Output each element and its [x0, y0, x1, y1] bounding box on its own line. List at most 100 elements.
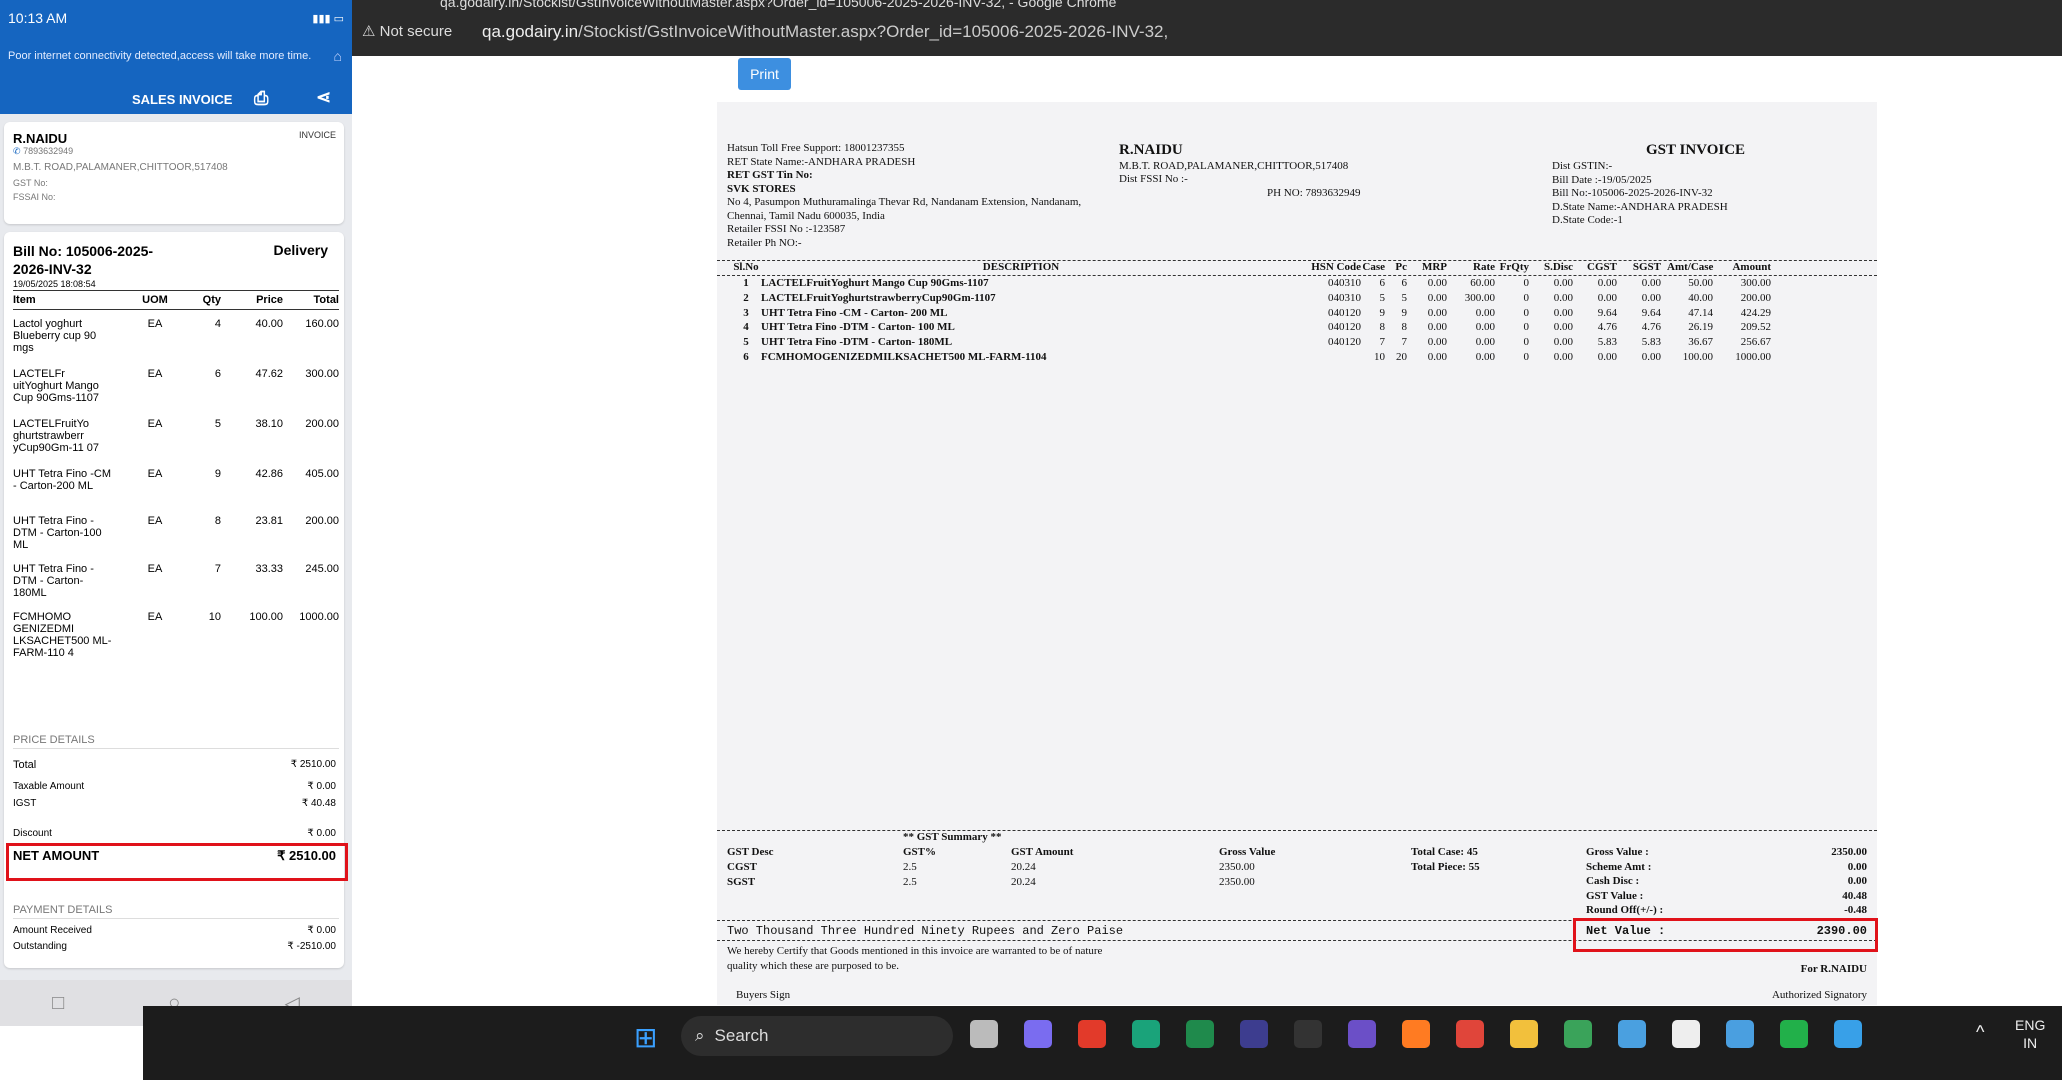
print-icon[interactable]: ⎙	[254, 88, 268, 109]
invoice-header-cell: MRP	[1421, 261, 1447, 273]
item-qty: 6	[214, 368, 221, 380]
windows-start-icon[interactable]: ⊞	[634, 1021, 657, 1054]
invoice-cell: 4.76	[1641, 321, 1661, 334]
app-a-icon[interactable]	[1348, 1020, 1376, 1048]
gst-cell: CGST	[727, 861, 757, 873]
gst-cell: SGST	[727, 875, 756, 888]
for-retailer: For R.NAIDU	[1800, 963, 1867, 975]
invoice-cell: 0	[1523, 291, 1530, 304]
retailer-phone: 7893632949	[23, 146, 74, 156]
invoice-header-cell: HSN Code	[1311, 261, 1361, 273]
retailer-ph: PH NO: 7893632949	[1267, 187, 1361, 199]
invoice-cell: 5	[743, 336, 749, 349]
gst-summary-title: ** GST Summary **	[903, 831, 1002, 843]
print-button[interactable]: Print	[738, 58, 791, 90]
invoice-header-cell: Rate	[1473, 261, 1495, 273]
feedback-icon[interactable]	[1726, 1020, 1754, 1048]
item-price: 40.00	[255, 318, 283, 330]
chevron-up-icon[interactable]: ^	[1976, 1022, 1984, 1043]
invoice-cell: 040310	[1328, 277, 1361, 289]
invoice-cell: 0	[1523, 321, 1530, 334]
anydesk-icon[interactable]	[1078, 1020, 1106, 1048]
igst-value: ₹ 40.48	[301, 798, 336, 809]
gst-cell: 2350.00	[1219, 861, 1255, 873]
edge-icon[interactable]	[1132, 1020, 1160, 1048]
total-value: 40.48	[1842, 889, 1867, 902]
file-explorer-icon[interactable]	[1510, 1020, 1538, 1048]
chrome-icon[interactable]	[1456, 1020, 1484, 1048]
invoice-cell: 0.00	[1597, 277, 1617, 289]
fssai-no: FSSAI No:	[13, 192, 56, 202]
invoice-cell: 4	[743, 321, 749, 334]
invoice-right-line: Dist GSTIN:-	[1552, 160, 1613, 172]
item-price: 23.81	[255, 515, 283, 527]
taskbar-search[interactable]: ⌕ Search	[681, 1016, 953, 1056]
excel-icon[interactable]	[1186, 1020, 1214, 1048]
invoice-cell: 2	[743, 291, 749, 304]
total-value: 0.00	[1847, 860, 1867, 873]
phone-icon: ✆	[13, 146, 21, 156]
word-doc-icon[interactable]	[1672, 1020, 1700, 1048]
net-amount-highlight	[6, 843, 348, 881]
item-price: 42.86	[255, 468, 283, 480]
invoice-cell: 0.00	[1641, 277, 1661, 289]
not-secure-label: Not secure	[379, 23, 453, 40]
network-icon[interactable]	[1834, 1020, 1862, 1048]
phone-status-bar: 10:13 AM ▮▮▮ ▭	[0, 0, 352, 36]
total-label: GST Value :	[1586, 889, 1644, 902]
mail-icon[interactable]	[1618, 1020, 1646, 1048]
green-app-icon[interactable]	[1780, 1020, 1808, 1048]
invoice-header-cell: Sl.No	[733, 261, 759, 273]
recent-apps-icon[interactable]: □	[52, 992, 64, 1015]
igst-label: IGST	[13, 798, 37, 809]
invoice-cell: 0.00	[1427, 306, 1447, 319]
invoice-cell: 0.00	[1553, 321, 1573, 334]
certify-line-2: quality which these are purposed to be.	[727, 960, 899, 972]
retailer-card: R.NAIDU INVOICE ✆ 7893632949 M.B.T. ROAD…	[4, 122, 344, 224]
address-bar[interactable]: qa.godairy.in/Stockist/GstInvoiceWithout…	[482, 22, 1168, 42]
invoice-retailer-name: R.NAIDU	[1119, 142, 1183, 158]
bill-number: Bill No: 105006-2025-2026-INV-32	[13, 243, 154, 277]
item-total: 300.00	[305, 368, 339, 380]
retailer-address: M.B.T. ROAD,PALAMANER,CHITTOOR,517408	[13, 162, 228, 173]
language-indicator[interactable]: ENG IN	[2015, 1016, 2045, 1052]
invoice-header-cell: Amt/Case	[1667, 261, 1714, 273]
item-total: 200.00	[305, 515, 339, 527]
invoice-cell: 5.83	[1597, 336, 1617, 349]
invoice-cell: 1000.00	[1735, 351, 1771, 363]
total-value: 2350.00	[1831, 846, 1867, 858]
invoice-cell: 200.00	[1740, 291, 1771, 304]
invoice-header-cell: FrQty	[1499, 261, 1529, 273]
invoice-left-line: RET State Name:-ANDHARA PRADESH	[727, 155, 916, 168]
item-total: 1000.00	[299, 611, 339, 623]
invoice-cell: 1	[743, 277, 749, 289]
gst-invoice: Hatsun Toll Free Support: 18001237355 RET…	[717, 102, 1877, 1005]
invoice-cell: 0.00	[1553, 336, 1573, 349]
invoice-cell: 209.52	[1740, 321, 1771, 334]
window-title: qa.godairy.in/Stockist/GstInvoiceWithout…	[440, 0, 1117, 10]
item-item: FCMHOMO GENIZEDMI LKSACHET500 ML-FARM-11…	[13, 611, 112, 659]
invoice-cell: 6	[1379, 277, 1386, 289]
invoice-cell: 040120	[1328, 336, 1361, 349]
invoice-cell: 0.00	[1553, 306, 1573, 319]
item-uom: EA	[147, 515, 163, 527]
firefox-icon[interactable]	[1402, 1020, 1430, 1048]
gst-cell: 2350.00	[1219, 875, 1255, 888]
invoice-left-line: No 4, Pasumpon Muthuramalinga Thevar Rd,…	[727, 196, 1082, 208]
notepad-icon[interactable]	[1564, 1020, 1592, 1048]
eclipse-icon[interactable]	[1240, 1020, 1268, 1048]
item-qty: 7	[214, 563, 221, 575]
share-icon[interactable]: ⋖	[316, 87, 331, 108]
lang-code: ENG	[2015, 1017, 2046, 1033]
notes-icon[interactable]	[1294, 1020, 1322, 1048]
task-view-icon[interactable]	[970, 1020, 998, 1048]
not-secure-badge[interactable]: ⚠ Not secure	[362, 22, 452, 40]
invoice-cell: LACTELFruitYoghurt Mango Cup 90Gms-1107	[761, 277, 989, 289]
item-uom: EA	[147, 611, 163, 623]
certify-line-1: We hereby Certify that Goods mentioned i…	[727, 945, 1103, 957]
bill-date: 19/05/2025 18:08:54	[13, 279, 96, 289]
invoice-cell: 300.00	[1464, 291, 1495, 304]
home-icon[interactable]: ⌂	[334, 48, 342, 64]
invoice-right-line: Bill Date :-19/05/2025	[1552, 173, 1652, 186]
copilot-icon[interactable]	[1024, 1020, 1052, 1048]
